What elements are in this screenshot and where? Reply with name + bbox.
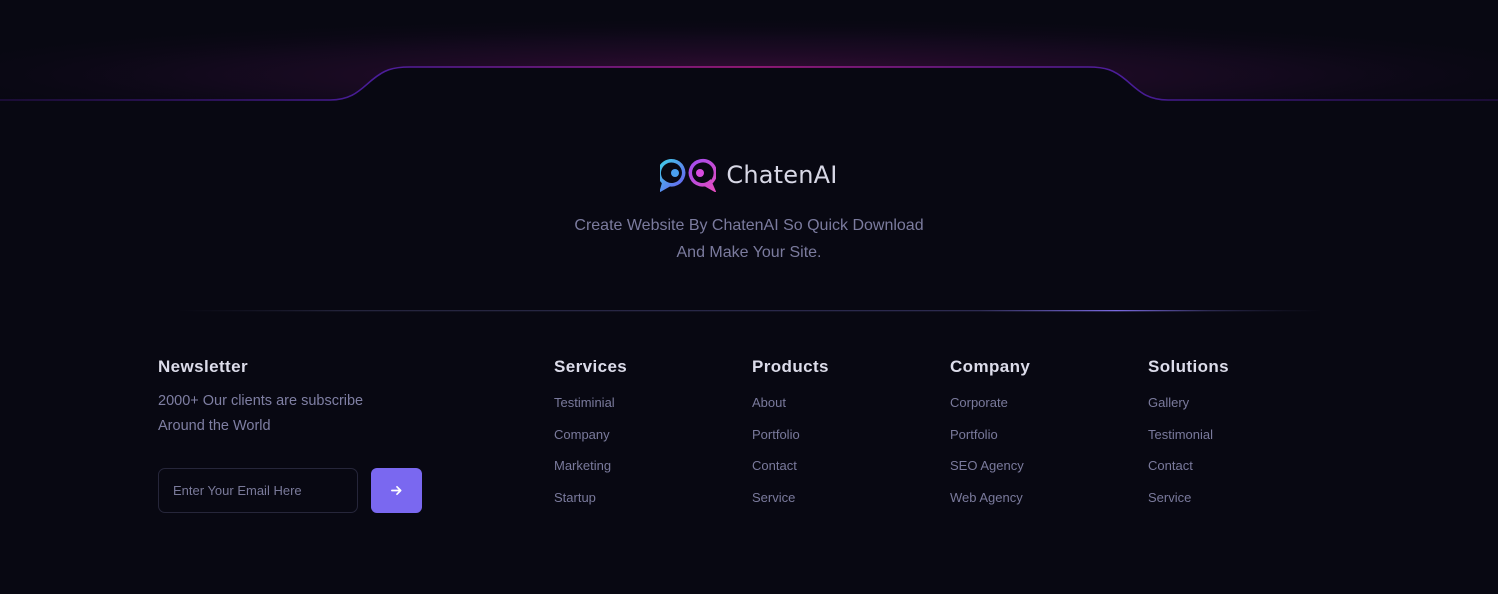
arrow-right-icon — [391, 485, 402, 496]
tagline-line-2: And Make Your Site. — [676, 244, 822, 261]
footer-link-marketing[interactable]: Marketing — [554, 458, 627, 490]
tagline-line-1: Create Website By ChatenAI So Quick Down… — [574, 217, 924, 234]
footer-tagline: Create Website By ChatenAI So Quick Down… — [0, 212, 1498, 266]
company-links: Corporate Portfolio SEO Agency Web Agenc… — [950, 395, 1030, 521]
footer-link-service[interactable]: Service — [752, 490, 829, 522]
footer-link-web-agency[interactable]: Web Agency — [950, 490, 1030, 522]
footer-link-testiminial[interactable]: Testiminial — [554, 395, 627, 427]
footer-link-testimonial[interactable]: Testimonial — [1148, 427, 1229, 459]
site-footer: ChatenAI Create Website By ChatenAI So Q… — [0, 0, 1498, 594]
footer-brand[interactable]: ChatenAI — [0, 158, 1498, 194]
footer-link-company[interactable]: Company — [554, 427, 627, 459]
products-links: About Portfolio Contact Service — [752, 395, 829, 521]
footer-link-corporate[interactable]: Corporate — [950, 395, 1030, 427]
footer-link-contact[interactable]: Contact — [752, 458, 829, 490]
solutions-links: Gallery Testimonial Contact Service — [1148, 395, 1229, 521]
footer-top-curve — [0, 0, 1498, 110]
solutions-title: Solutions — [1148, 357, 1230, 376]
footer-divider — [175, 310, 1323, 312]
footer-link-service[interactable]: Service — [1148, 490, 1229, 522]
footer-link-contact[interactable]: Contact — [1148, 458, 1229, 490]
subscribe-button[interactable] — [371, 468, 422, 513]
footer-link-portfolio[interactable]: Portfolio — [752, 427, 829, 459]
footer-link-portfolio[interactable]: Portfolio — [950, 427, 1030, 459]
services-column: Services Testiminial Company Marketing S… — [554, 357, 627, 521]
newsletter-text-line-1: 2000+ Our clients are subscribe — [158, 393, 364, 409]
footer-link-startup[interactable]: Startup — [554, 490, 627, 522]
footer-link-gallery[interactable]: Gallery — [1148, 395, 1229, 427]
products-title: Products — [752, 357, 829, 376]
products-column: Products About Portfolio Contact Service — [752, 357, 829, 521]
footer-link-about[interactable]: About — [752, 395, 829, 427]
company-title: Company — [950, 357, 1031, 376]
footer-link-seo-agency[interactable]: SEO Agency — [950, 458, 1030, 490]
email-input[interactable] — [158, 468, 358, 513]
brand-name: ChatenAI — [726, 161, 838, 189]
services-title: Services — [554, 357, 628, 376]
newsletter-description: 2000+ Our clients are subscribe Around t… — [158, 389, 398, 439]
services-links: Testiminial Company Marketing Startup — [554, 395, 627, 521]
solutions-column: Solutions Gallery Testimonial Contact Se… — [1148, 357, 1229, 521]
newsletter-form — [158, 468, 422, 513]
company-column: Company Corporate Portfolio SEO Agency W… — [950, 357, 1030, 521]
chat-bubbles-logo-icon — [657, 158, 718, 194]
newsletter-title: Newsletter — [158, 357, 248, 376]
newsletter-text-line-2: Around the World — [158, 418, 271, 434]
newsletter-section: Newsletter 2000+ Our clients are subscri… — [158, 357, 458, 513]
